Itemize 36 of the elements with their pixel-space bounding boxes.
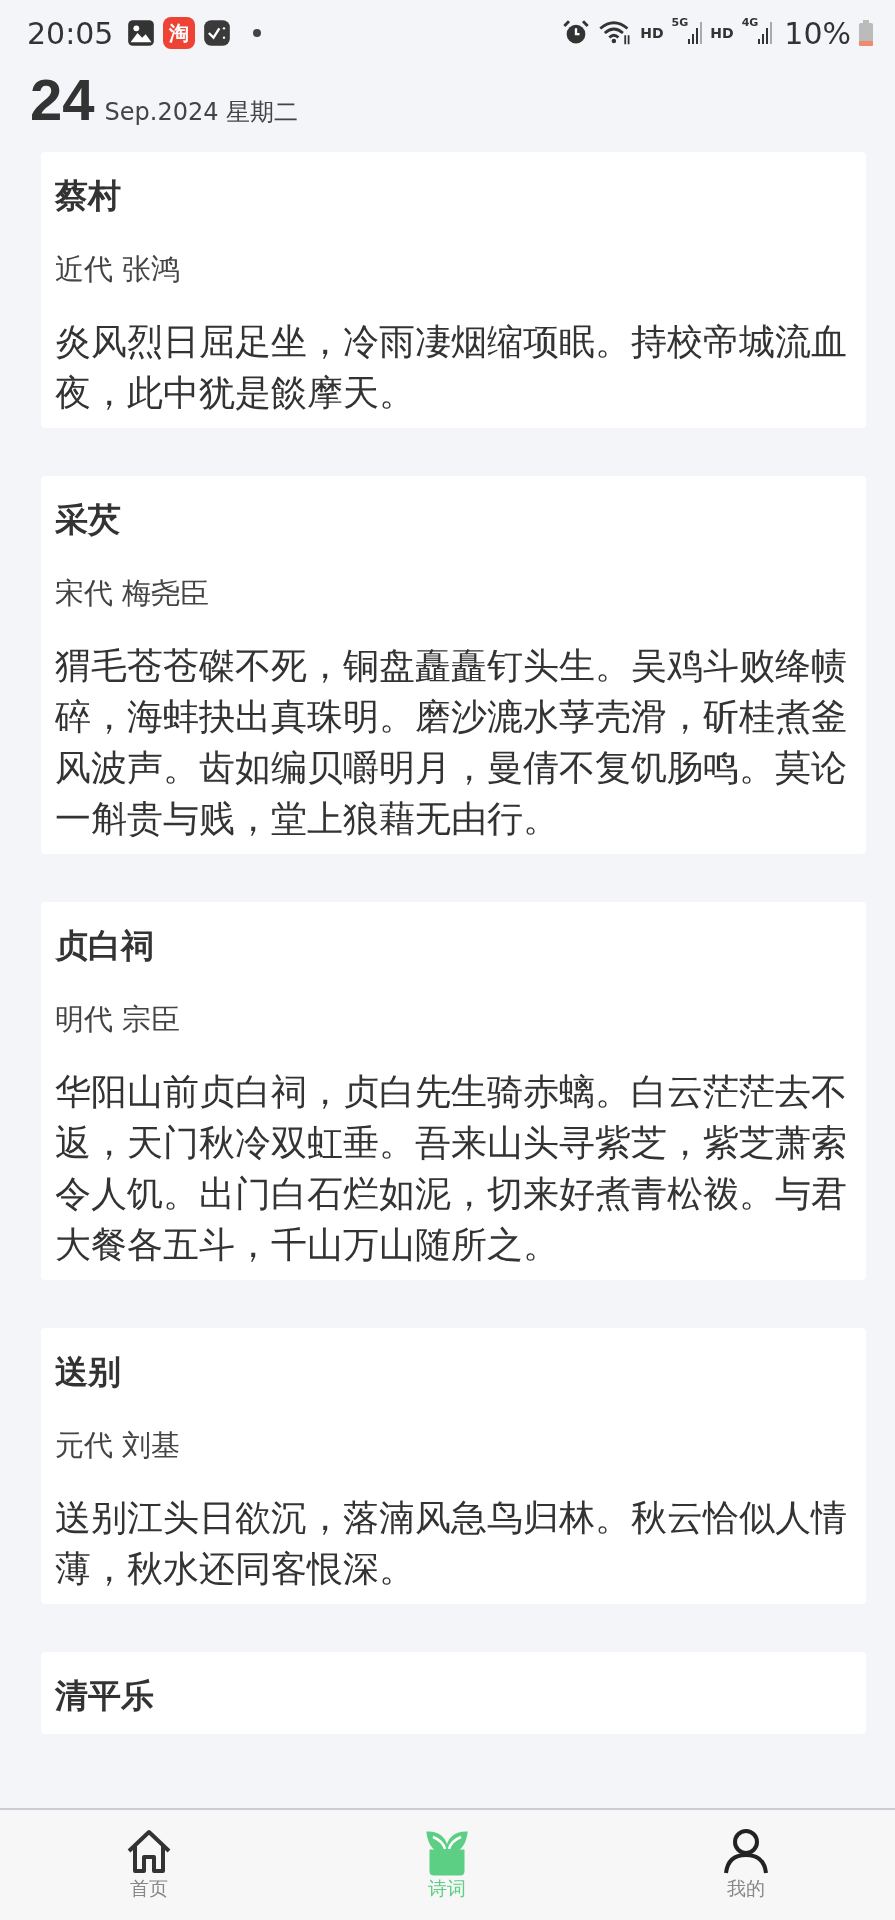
- poem-title: 送别: [55, 1351, 122, 1393]
- date-day: 24: [30, 66, 95, 133]
- poem-title: 贞白祠: [55, 925, 155, 967]
- poem-author: 近代 张鸿: [55, 251, 182, 288]
- poem-card[interactable]: 蔡村 近代 张鸿 炎风烈日屈足坐，冷雨凄烟缩项眠。持校帝城流血夜，此中犹是餤摩天。: [41, 152, 866, 428]
- battery-icon: [859, 20, 873, 46]
- date-month-year: Sep.2024: [104, 98, 219, 126]
- person-icon: [721, 1826, 770, 1876]
- poem-card[interactable]: 清平乐: [41, 1652, 866, 1734]
- date-weekday: 星期二: [226, 97, 299, 128]
- notification-dot-icon: [253, 29, 262, 37]
- poem-card[interactable]: 采芡 宋代 梅尧臣 猬毛苍苍磔不死，铜盘矗矗钉头生。吴鸡斗败绛帻碎，海蚌抉出真珠明。磨沙漉水莩壳滑，斫桂煮釜风波声。齿如编贝嚼明月，曼倩不复饥肠鸣。莫论一斛贵与贱，堂上狼藉无由行。: [41, 476, 866, 854]
- gallery-icon: [127, 19, 156, 47]
- status-time: 20:05: [27, 15, 114, 51]
- poem-text: 猬毛苍苍磔不死，铜盘矗矗钉头生。吴鸡斗败绛帻碎，海蚌抉出真珠明。磨沙漉水莩壳滑，斫桂煮釜风波声。齿如编贝嚼明月，曼倩不复饥肠鸣。莫论一斛贵与贱，堂上狼藉无由行。: [55, 644, 848, 841]
- signal-icon: [688, 21, 703, 45]
- poem-author: 元代 刘基: [55, 1427, 182, 1464]
- network-label: 4G: [741, 16, 759, 29]
- poem-title: 清平乐: [55, 1675, 155, 1717]
- poem-title: 蔡村: [55, 175, 122, 217]
- poem-author: 宋代 梅尧臣: [55, 575, 211, 612]
- battery-percent: 10%: [784, 15, 851, 51]
- network-label: 5G: [671, 16, 689, 29]
- checkmark-icon: [203, 19, 232, 47]
- app-icon: 淘: [163, 17, 196, 49]
- poem-author: 明代 宗臣: [55, 1001, 182, 1038]
- wifi-icon: [598, 19, 633, 47]
- signal-icon: [758, 21, 773, 45]
- poem-text: 炎风烈日屈足坐，冷雨凄烟缩项眠。持校帝城流血夜，此中犹是餤摩天。: [55, 320, 848, 415]
- network-label: HD: [640, 25, 664, 41]
- poem-text: 华阳山前贞白祠，贞白先生骑赤螭。白云茫茫去不返，天门秋冷双虹垂。吾来山头寻紫芝，紫芝萧索令人饥。出门白石烂如泥，切来好煮青松袯。与君大餐各五斗，千山万山随所之。: [55, 1070, 848, 1267]
- poem-card[interactable]: 送别 元代 刘基 送别江头日欲沉，落湳风急鸟归林。秋云恰似人情薄，秋水还同客恨深。: [41, 1328, 866, 1604]
- poem-title: 采芡: [55, 499, 122, 541]
- poem-card[interactable]: 贞白祠 明代 宗臣 华阳山前贞白祠，贞白先生骑赤螭。白云茫茫去不返，天门秋冷双虹垂。吾来山头寻紫芝，紫芝萧索令人饥。出门白石烂如泥，切来好煮青松袯。与君大餐各五斗，千山万山随所之。: [41, 902, 866, 1280]
- poem-text: 送别江头日欲沉，落湳风急鸟归林。秋云恰似人情薄，秋水还同客恨深。: [55, 1496, 848, 1591]
- network-label: HD: [710, 25, 734, 41]
